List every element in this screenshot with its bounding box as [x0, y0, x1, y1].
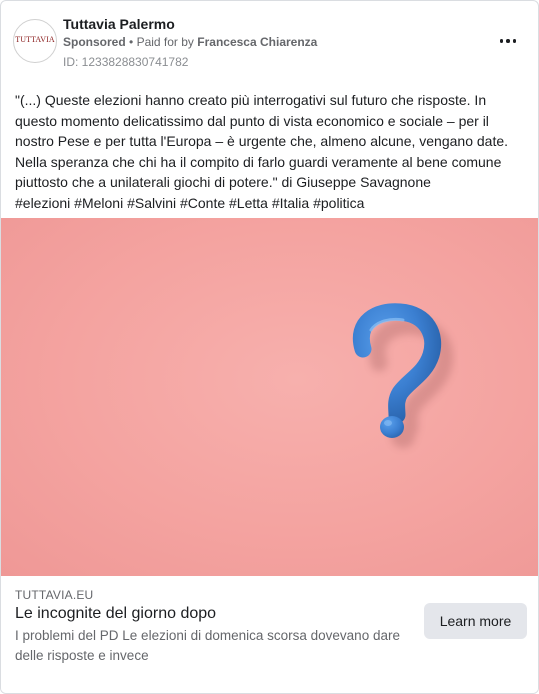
avatar-logo-text: TUTTAVIA	[15, 35, 55, 44]
ad-card: TUTTAVIA Tuttavia Palermo Sponsored • Pa…	[0, 0, 539, 694]
link-title[interactable]: Le incognite del giorno dopo	[15, 605, 216, 623]
payer-name: Francesca Chiarenza	[197, 35, 318, 49]
post-hashtags[interactable]: #elezioni #Meloni #Salvini #Conte #Letta…	[15, 193, 525, 214]
page-avatar[interactable]: TUTTAVIA	[13, 19, 57, 63]
post-body-text: "(...) Queste elezioni hanno creato più …	[15, 92, 509, 190]
link-preview[interactable]: TUTTAVIA.EU Le incognite del giorno dopo…	[1, 576, 538, 693]
sponsored-line: Sponsored • Paid for by Francesca Chiare…	[63, 35, 317, 49]
paid-for-by-label: Paid for by	[136, 35, 194, 49]
page-name-link[interactable]: Tuttavia Palermo	[63, 16, 175, 32]
ad-image[interactable]	[1, 218, 538, 576]
more-options-button[interactable]	[494, 29, 522, 53]
post-header: TUTTAVIA Tuttavia Palermo Sponsored • Pa…	[1, 1, 538, 81]
more-options-icon	[498, 39, 518, 43]
question-mark-icon	[352, 303, 454, 448]
link-description: I problemi del PD Le elezioni di domenic…	[15, 628, 400, 663]
link-domain: TUTTAVIA.EU	[15, 588, 94, 602]
post-body: "(...) Queste elezioni hanno creato più …	[15, 90, 525, 213]
sponsored-label: Sponsored	[63, 35, 126, 49]
meta-separator: •	[129, 35, 134, 49]
learn-more-button[interactable]: Learn more	[424, 603, 527, 639]
ad-id: ID: 1233828830741782	[63, 55, 189, 69]
